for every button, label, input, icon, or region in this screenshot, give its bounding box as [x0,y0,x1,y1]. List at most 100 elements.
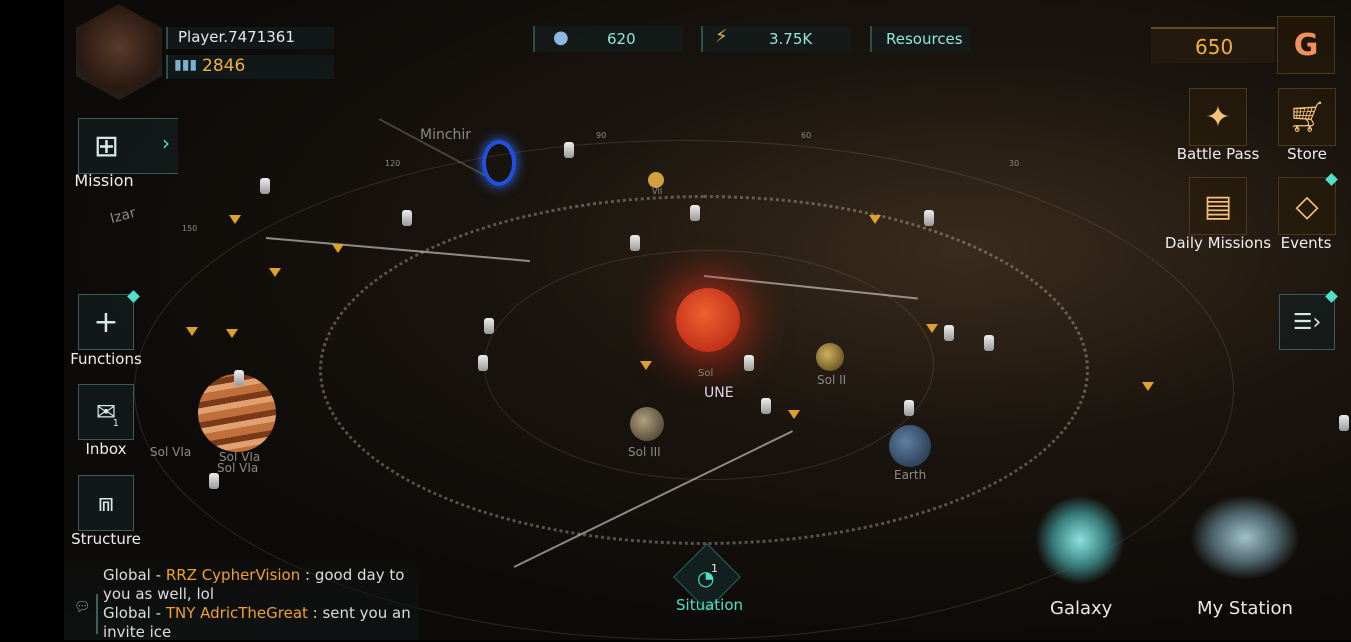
player-name-panel[interactable]: Player.7471361 [166,27,334,49]
plus-icon: + [93,304,119,340]
ship-marker[interactable] [944,325,954,341]
battle-pass-label: Battle Pass [1176,145,1260,163]
station-icon[interactable] [1190,495,1300,580]
orbit-ring [484,250,934,480]
mission-add-icon: ⊞ [93,128,120,164]
ship-marker[interactable] [1339,415,1349,431]
resources-label: Resources [886,30,963,48]
battle-pass-button[interactable]: ✦ [1189,88,1247,146]
player-name: Player.7471361 [178,28,295,46]
label-sol: Sol [698,368,714,379]
person-icon: ● [553,27,569,48]
sun-sol[interactable] [676,288,740,352]
ship-marker[interactable] [761,398,771,414]
ship-marker[interactable] [924,210,934,226]
ship-marker[interactable] [402,210,412,226]
chat-icon: 💬︎ [74,600,91,615]
power-bars-icon: ▮▮▮ [174,57,198,73]
daily-missions-button[interactable]: ▤ [1189,177,1247,235]
ship-marker[interactable] [478,355,488,371]
label-minchir: Minchir [420,127,472,143]
label-izar: Izar [108,204,138,228]
events-label: Events [1280,234,1332,252]
fleet-marker[interactable] [186,327,198,336]
structure-label: Structure [71,530,141,548]
chat-message: Global - TNY AdricTheGreat : sent you an… [103,604,411,641]
fleet-marker[interactable] [788,410,800,419]
fleet-marker[interactable] [869,215,881,224]
wormhole[interactable] [482,140,516,186]
ship-marker[interactable] [904,400,914,416]
gem-store-button[interactable]: G [1277,16,1335,74]
structure-button[interactable]: ⩎ [78,475,134,531]
ship-marker[interactable] [630,235,640,251]
functions-label: Functions [70,350,142,368]
inbox-label: Inbox [85,440,127,458]
mission-button[interactable]: ⊞ › [78,118,178,174]
ship-marker[interactable] [984,335,994,351]
chat-panel[interactable]: 💬︎ Global - RRZ CypherVision : good day … [64,562,419,641]
label-sol-iii: Sol III [628,445,661,459]
fleet-marker[interactable] [926,324,938,333]
ship-marker[interactable] [564,142,574,158]
planet-sol-iii[interactable] [630,407,664,441]
energy-value: 3.75K [769,30,813,48]
events-button[interactable]: ◇ [1278,177,1336,235]
label-une[interactable]: UNE [704,385,734,401]
population-counter[interactable]: ● 620 [533,26,683,52]
expand-list-button[interactable]: ☰› [1279,294,1335,350]
inbox-badge: 1 [112,418,119,429]
fleet-marker[interactable] [640,361,652,370]
ship-marker[interactable] [260,178,270,194]
player-power: 2846 [202,56,246,76]
galaxy-label[interactable]: Galaxy [1050,598,1112,619]
galaxy-icon[interactable] [1035,495,1125,585]
store-label: Store [1287,145,1327,163]
store-button[interactable]: 🛒︎ [1278,88,1336,146]
fleet-marker[interactable] [229,215,241,224]
label-sol-via: Sol VIa [150,445,192,459]
structure-icon: ⩎ [98,487,114,518]
player-power-panel[interactable]: ▮▮▮ 2846 [166,55,334,79]
energy-bolt-icon: ⚡ [715,26,728,47]
ship-marker[interactable] [690,205,700,221]
label-vii: VII [652,187,663,196]
degree-label: 150 [182,224,198,233]
degree-label: 120 [385,159,401,168]
degree-label: 60 [801,131,812,140]
fleet-marker[interactable] [269,268,281,277]
situation-label: Situation [676,596,744,614]
fleet-marker[interactable] [226,329,238,338]
resources-button[interactable]: Resources [870,26,970,52]
ship-marker[interactable] [209,473,219,489]
battle-pass-icon: ✦ [1205,99,1231,135]
functions-button[interactable]: + [78,294,134,350]
label-sol-via: Sol VIa [217,461,259,475]
label-sol-ii: Sol II [817,373,847,387]
clipboard-icon: ▤ [1203,188,1233,224]
energy-counter[interactable]: ⚡ 3.75K [701,26,851,52]
situation-badge: 1 [711,562,718,575]
chevron-right-icon: › [162,131,170,155]
list-arrow-icon: ☰› [1292,309,1322,335]
gem-counter[interactable]: 650 [1151,27,1275,63]
my-station-label[interactable]: My Station [1197,598,1293,619]
label-earth: Earth [894,468,927,482]
degree-label: 90 [596,131,607,140]
planet-earth[interactable] [889,425,931,467]
banner-icon: ◇ [1295,188,1319,224]
ship-marker[interactable] [484,318,494,334]
fleet-marker[interactable] [332,244,344,253]
gem-value: 650 [1195,35,1234,59]
fleet-marker[interactable] [1142,382,1154,391]
planet-sol-ii[interactable] [816,343,844,371]
g-logo-icon: G [1293,27,1319,63]
planet-vii[interactable] [648,172,664,188]
inbox-button[interactable]: ✉ 1 [78,384,134,440]
cart-icon: 🛒︎ [1287,99,1327,135]
chat-divider [96,594,98,634]
ship-marker[interactable] [234,370,244,386]
population-value: 620 [607,30,636,48]
ship-marker[interactable] [744,355,754,371]
degree-label: 30 [1009,159,1020,168]
